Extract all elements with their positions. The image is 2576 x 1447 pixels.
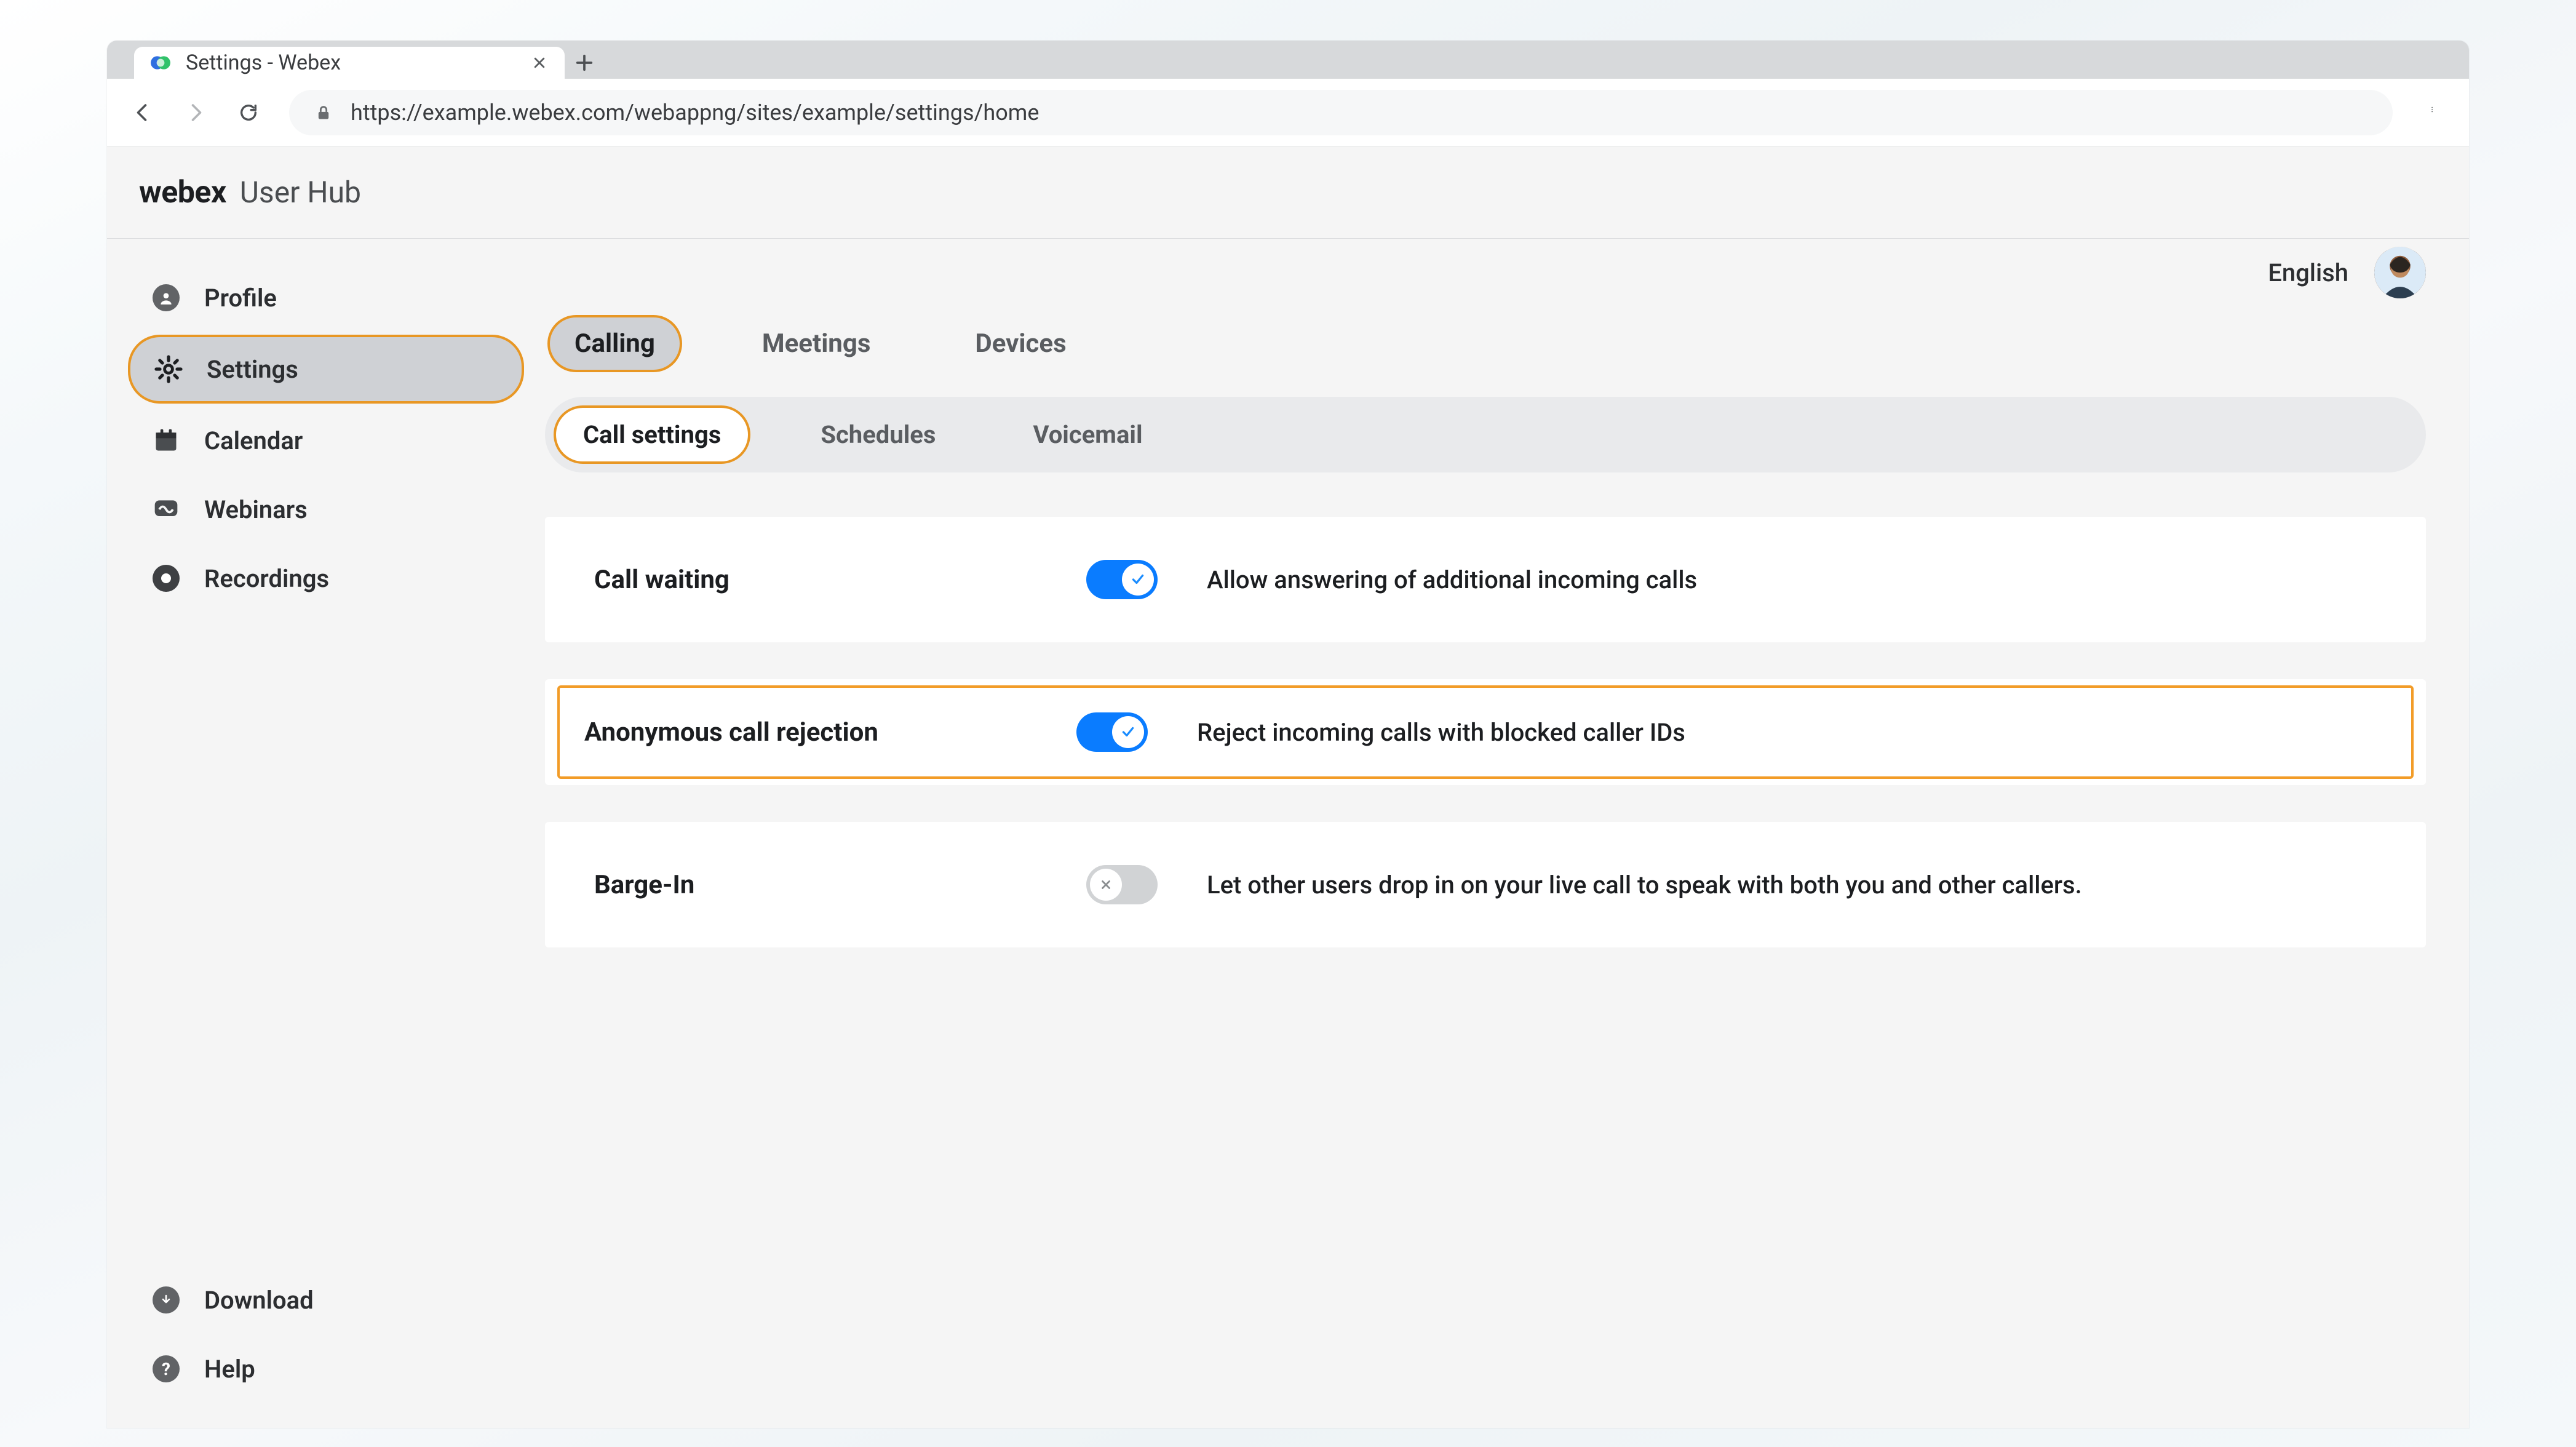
sidebar-item-label: Help	[204, 1355, 503, 1384]
sidebar-item-help[interactable]: ? Help	[128, 1337, 524, 1401]
webex-favicon-icon	[150, 52, 171, 73]
forward-icon[interactable]	[183, 100, 208, 125]
sidebar-item-label: Calendar	[204, 426, 503, 455]
person-icon	[149, 281, 183, 315]
sidebar-item-download[interactable]: Download	[128, 1268, 524, 1332]
lock-icon	[314, 103, 333, 122]
sidebar-item-label: Settings	[207, 355, 501, 384]
webinar-icon	[149, 492, 183, 527]
calendar-icon	[149, 423, 183, 458]
sidebar-item-recordings[interactable]: Recordings	[128, 546, 524, 610]
brand-name: webex	[139, 175, 226, 210]
toggle-barge-in[interactable]	[1086, 865, 1158, 904]
tab-calling[interactable]: Calling	[547, 315, 682, 372]
browser-toolbar: https://example.webex.com/webappng/sites…	[107, 79, 2469, 146]
sidebar-item-profile[interactable]: Profile	[128, 266, 524, 330]
top-right-row: English	[545, 239, 2469, 306]
setting-title: Barge-In	[594, 870, 1037, 900]
subtab-voicemail[interactable]: Voicemail	[1006, 408, 1169, 461]
language-selector[interactable]: English	[2268, 258, 2348, 287]
highlighted-setting: Anonymous call rejection Reject incoming…	[557, 685, 2414, 779]
card-call-waiting: Call waiting Allow answering of addition…	[545, 517, 2426, 642]
secondary-tabs: Call settings Schedules Voicemail	[545, 397, 2426, 472]
avatar[interactable]	[2374, 247, 2426, 298]
sidebar-item-label: Download	[204, 1286, 503, 1315]
close-tab-icon[interactable]	[530, 54, 549, 72]
tab-meetings[interactable]: Meetings	[737, 317, 896, 370]
nav-list-secondary: Download ? Help	[107, 1268, 545, 1401]
setting-description: Allow answering of additional incoming c…	[1207, 565, 2377, 594]
setting-description: Reject incoming calls with blocked calle…	[1197, 718, 2387, 747]
subtab-schedules[interactable]: Schedules	[793, 408, 963, 461]
reload-icon[interactable]	[236, 100, 261, 125]
setting-title: Call waiting	[594, 565, 1037, 595]
new-tab-button[interactable]	[565, 47, 604, 79]
browser-tab-strip: Settings - Webex	[107, 41, 2469, 79]
browser-tab-title: Settings - Webex	[186, 50, 515, 75]
check-icon	[1112, 716, 1144, 748]
record-icon	[149, 561, 183, 596]
gear-icon	[151, 352, 186, 386]
sidebar-item-label: Recordings	[204, 564, 503, 593]
sidebar-item-label: Webinars	[204, 495, 503, 524]
download-icon	[149, 1283, 183, 1317]
card-anon-reject: Anonymous call rejection Reject incoming…	[545, 679, 2426, 785]
card-barge-in: Barge-In Let other users drop in on your…	[545, 822, 2426, 947]
browser-menu-icon[interactable]	[2421, 97, 2446, 128]
sidebar-item-calendar[interactable]: Calendar	[128, 409, 524, 472]
nav-list-primary: Profile Settings	[107, 266, 545, 610]
subtab-call-settings[interactable]: Call settings	[554, 405, 750, 464]
sidebar-item-label: Profile	[204, 284, 503, 313]
browser-window: Settings - Webex https://example.webex.c…	[107, 41, 2469, 1428]
sidebar-item-settings[interactable]: Settings	[128, 335, 524, 404]
settings-cards: Call waiting Allow answering of addition…	[545, 517, 2426, 947]
back-icon[interactable]	[130, 100, 155, 125]
x-icon	[1090, 869, 1122, 901]
primary-tabs: Calling Meetings Devices	[545, 306, 2469, 381]
browser-tab[interactable]: Settings - Webex	[134, 47, 565, 79]
sidebar-item-webinars[interactable]: Webinars	[128, 477, 524, 541]
setting-title: Anonymous call rejection	[584, 717, 1027, 747]
address-bar[interactable]: https://example.webex.com/webappng/sites…	[289, 90, 2393, 135]
toggle-call-waiting[interactable]	[1086, 560, 1158, 599]
app-header: webex User Hub	[107, 146, 2469, 239]
url-text: https://example.webex.com/webappng/sites…	[351, 100, 1039, 126]
app-root: webex User Hub Profile	[107, 146, 2469, 1428]
sidebar: Profile Settings	[107, 239, 545, 1428]
check-icon	[1122, 564, 1154, 596]
question-icon: ?	[149, 1352, 183, 1386]
brand-product: User Hub	[240, 175, 361, 210]
tab-devices[interactable]: Devices	[950, 317, 1091, 370]
toggle-anon-reject[interactable]	[1076, 712, 1148, 752]
setting-description: Let other users drop in on your live cal…	[1207, 871, 2377, 899]
main-content: English Calling Meetings Dev	[545, 239, 2469, 1428]
